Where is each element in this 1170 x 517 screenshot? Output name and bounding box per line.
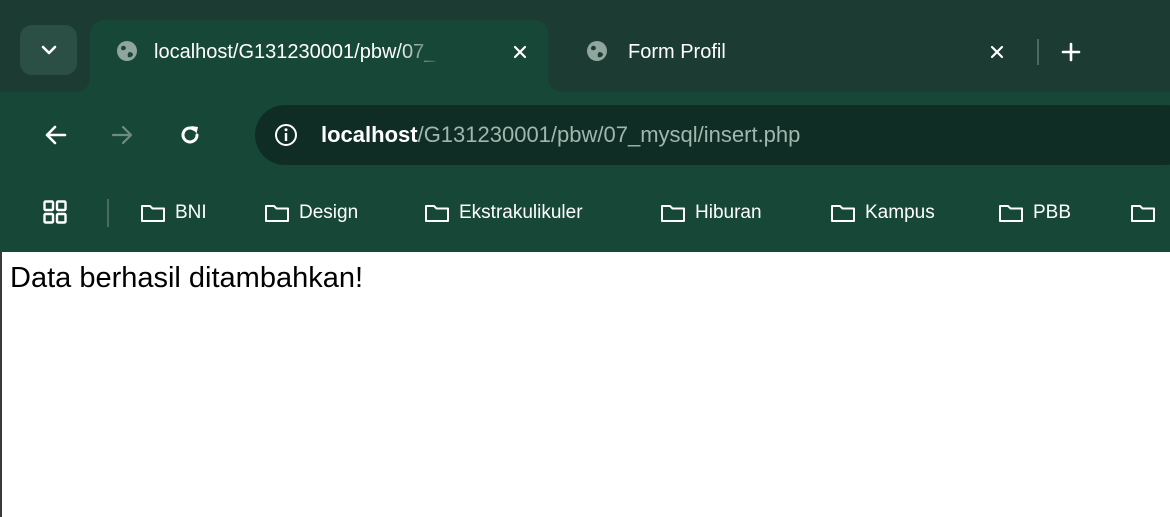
bookmark-label: PBB (1033, 202, 1072, 223)
forward-button[interactable] (102, 115, 142, 155)
bookmark-label: Ekstrakulikuler (459, 202, 583, 223)
chevron-down-icon (41, 45, 56, 55)
reload-button[interactable] (170, 115, 210, 155)
folder-icon (141, 205, 165, 222)
apps-grid-icon[interactable] (43, 200, 67, 224)
url-text[interactable]: localhost/G131230001/pbw/07_mysql/insert… (321, 122, 800, 148)
tab-close-button[interactable] (508, 40, 532, 64)
bookmark-folder-overflow[interactable] (1130, 196, 1165, 230)
bookmark-label: Design (299, 202, 359, 223)
globe-icon (117, 41, 137, 61)
tab-title: Form Profil (628, 41, 726, 63)
bookmark-folder-pbb[interactable]: PBB (998, 196, 1071, 230)
globe-icon (587, 41, 607, 61)
arrow-left-icon (45, 125, 67, 145)
folder-icon (661, 205, 685, 222)
site-info-button[interactable] (269, 118, 303, 152)
plus-icon (1061, 42, 1081, 62)
bookmark-folder-hiburan[interactable]: Hiburan (660, 196, 762, 230)
bookmark-folder-bni[interactable]: BNI (140, 196, 207, 230)
folder-icon (425, 205, 449, 222)
bookmark-folder-design[interactable]: Design (264, 196, 358, 230)
success-message: Data berhasil ditambahkan! (10, 262, 364, 294)
tab-search-button[interactable] (20, 25, 77, 75)
bookmark-folder-kampus[interactable]: Kampus (830, 196, 935, 230)
folder-icon (999, 205, 1023, 222)
toolbar: localhost/G131230001/pbw/07_mysql/insert… (0, 92, 1170, 178)
new-tab-button[interactable] (1056, 37, 1086, 67)
url-host: localhost (321, 122, 418, 147)
bookmark-label: BNI (175, 202, 207, 223)
bookmarks-bar: BNI Design Ekstrakulikuler Hiburan Kampu… (0, 178, 1170, 252)
close-icon (990, 45, 1004, 59)
page-viewport: Data berhasil ditambahkan! (0, 252, 1170, 517)
folder-icon (831, 205, 855, 222)
folder-icon (265, 205, 289, 222)
browser-window: localhost/G131230001/pbw/07_ Form Profil (0, 0, 1170, 517)
tab-close-button[interactable] (985, 40, 1009, 64)
tab-inactive[interactable]: Form Profil (570, 20, 1025, 80)
bookmarks-separator (107, 199, 109, 227)
folder-icon (1131, 205, 1155, 222)
back-button[interactable] (36, 115, 76, 155)
url-path: /G131230001/pbw/07_mysql/insert.php (417, 122, 801, 147)
tab-divider (1037, 39, 1039, 65)
bookmark-label: Kampus (865, 202, 935, 223)
bookmark-folder-ekstrakulikuler[interactable]: Ekstrakulikuler (424, 196, 583, 230)
address-bar[interactable]: localhost/G131230001/pbw/07_mysql/insert… (255, 105, 1170, 165)
tab-strip: localhost/G131230001/pbw/07_ Form Profil (0, 0, 1170, 92)
close-icon (513, 45, 527, 59)
info-icon (275, 124, 297, 146)
tab-active[interactable]: localhost/G131230001/pbw/07_ (90, 20, 548, 92)
bookmark-label: Hiburan (695, 202, 762, 223)
reload-icon (181, 126, 199, 144)
tab-title: localhost/G131230001/pbw/07_ (154, 41, 436, 63)
arrow-right-icon (111, 125, 133, 145)
